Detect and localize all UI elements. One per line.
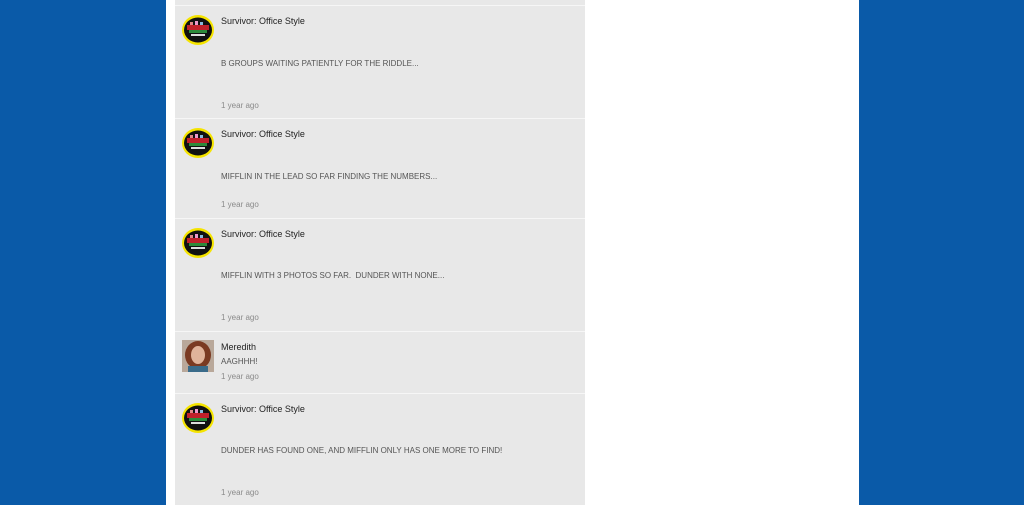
post-body: MIFFLIN WITH 3 PHOTOS SO FAR. DUNDER WIT…	[221, 271, 445, 280]
survivor-logo-avatar-icon[interactable]	[182, 402, 214, 434]
activity-feed: Survivor: Office Style B GROUPS WAITING …	[175, 0, 585, 505]
feed-post: Survivor: Office Style DUNDER HAS FOUND …	[175, 393, 585, 505]
user-photo-avatar-icon[interactable]	[182, 340, 214, 372]
post-timestamp[interactable]: 1 year ago	[221, 101, 259, 110]
post-body: B GROUPS WAITING PATIENTLY FOR THE RIDDL…	[221, 59, 419, 68]
page-content: Survivor: Office Style B GROUPS WAITING …	[166, 0, 859, 505]
post-author[interactable]: Survivor: Office Style	[221, 229, 305, 239]
feed-post: Survivor: Office Style MIFFLIN WITH 3 PH…	[175, 218, 585, 331]
post-timestamp[interactable]: 1 year ago	[221, 313, 259, 322]
post-body: DUNDER HAS FOUND ONE, AND MIFFLIN ONLY H…	[221, 446, 503, 455]
post-timestamp[interactable]: 1 year ago	[221, 200, 259, 209]
post-author[interactable]: Survivor: Office Style	[221, 16, 305, 26]
survivor-logo-avatar-icon[interactable]	[182, 127, 214, 159]
post-author[interactable]: Survivor: Office Style	[221, 404, 305, 414]
survivor-logo-avatar-icon[interactable]	[182, 14, 214, 46]
post-author[interactable]: Meredith	[221, 342, 256, 352]
post-body: MIFFLIN IN THE LEAD SO FAR FINDING THE N…	[221, 172, 438, 181]
survivor-logo-avatar-icon[interactable]	[182, 227, 214, 259]
feed-post: Survivor: Office Style B GROUPS WAITING …	[175, 5, 585, 118]
post-timestamp[interactable]: 1 year ago	[221, 488, 259, 497]
post-body: AAGHHH!	[221, 357, 258, 366]
post-timestamp[interactable]: 1 year ago	[221, 372, 259, 381]
post-author[interactable]: Survivor: Office Style	[221, 129, 305, 139]
feed-post: Survivor: Office Style MIFFLIN IN THE LE…	[175, 118, 585, 218]
feed-post: Meredith AAGHHH! 1 year ago	[175, 331, 585, 393]
